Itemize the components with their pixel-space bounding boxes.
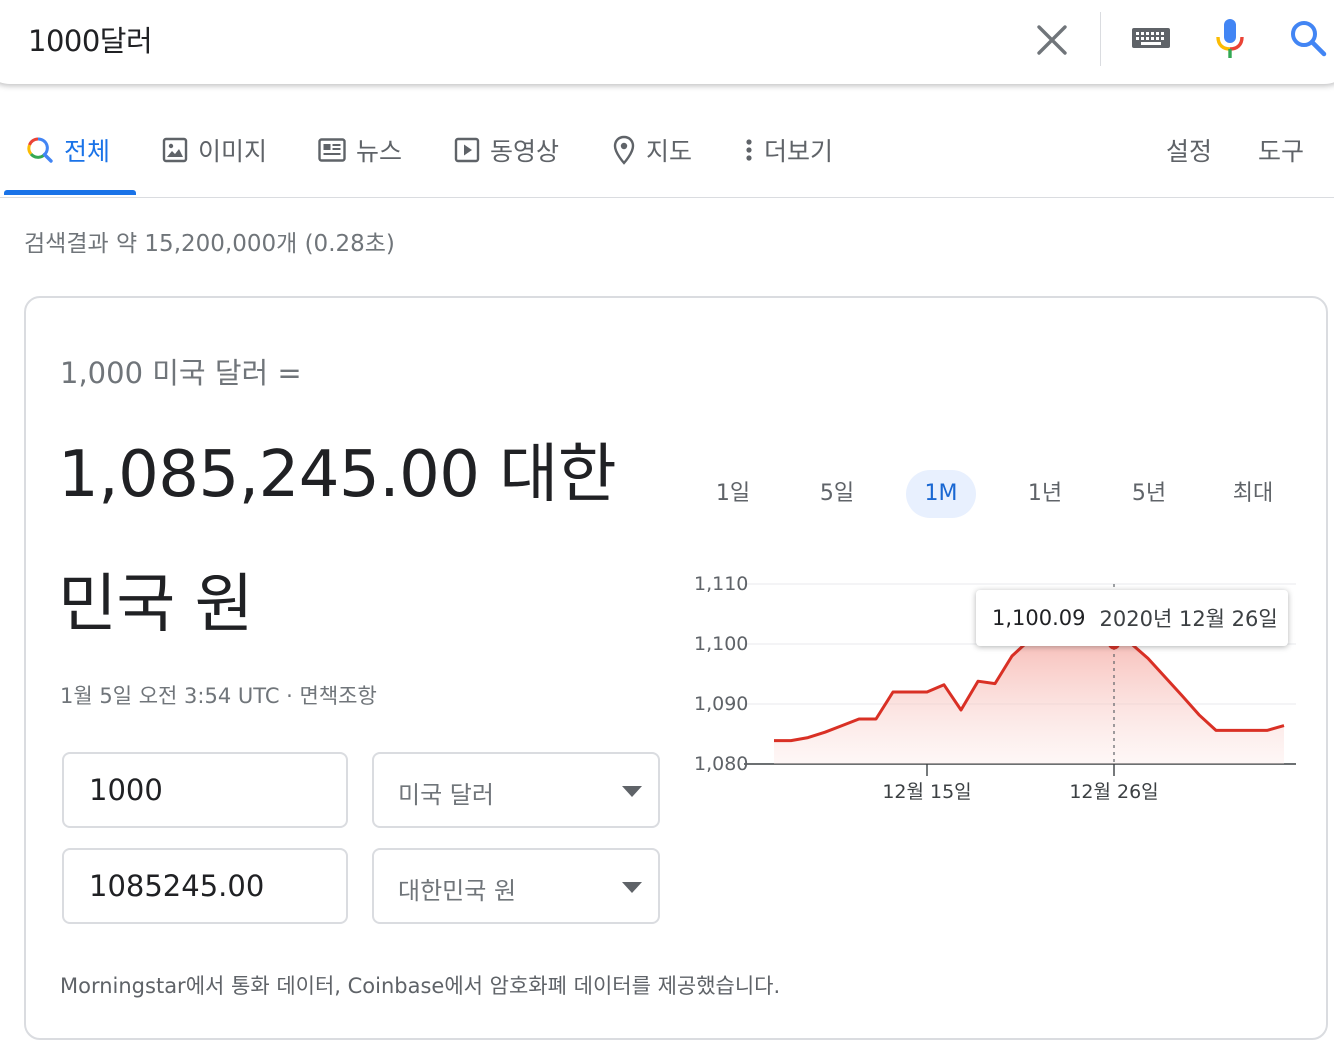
chart-tooltip: 1,100.09 2020년 12월 26일 (976, 590, 1288, 646)
clear-button[interactable] (1030, 18, 1074, 62)
tooltip-date: 2020년 12월 26일 (1099, 607, 1278, 631)
settings-link[interactable]: 설정 (1166, 130, 1212, 170)
currency-to-value: 대한민국 원 (398, 877, 517, 905)
tab-more[interactable]: 더보기 (744, 130, 833, 170)
search-button[interactable] (1286, 16, 1330, 60)
range-tab-5y[interactable]: 5년 (1114, 470, 1184, 518)
search-icon (1291, 21, 1327, 57)
x-tick-label: 12월 15일 (882, 781, 971, 803)
y-tick-label: 1,110 (694, 573, 748, 595)
amount-to-field[interactable] (62, 848, 348, 924)
tab-videos-label: 동영상 (490, 137, 560, 166)
amount-to-input[interactable] (64, 850, 346, 922)
news-icon (318, 138, 346, 162)
timestamp-separator: · (279, 684, 300, 708)
range-tab-1y[interactable]: 1년 (1010, 470, 1080, 518)
currency-from-value: 미국 달러 (398, 781, 494, 809)
amount-from-input[interactable] (64, 754, 346, 826)
image-icon (162, 137, 188, 163)
location-pin-icon (613, 135, 635, 165)
play-icon (454, 137, 480, 163)
y-tick-label: 1,100 (694, 633, 748, 655)
search-divider (1100, 12, 1101, 66)
tab-images[interactable]: 이미지 (162, 130, 267, 170)
currency-to-select[interactable]: 대한민국 원 (372, 848, 660, 924)
range-tab-1m[interactable]: 1M (906, 470, 976, 518)
currency-converter-card: 1,000 미국 달러 = 1,085,245.00 대한 민국 원 1월 5일… (24, 296, 1328, 1040)
tab-more-label: 더보기 (764, 137, 834, 166)
currency-from-select[interactable]: 미국 달러 (372, 752, 660, 828)
series-area (774, 632, 1284, 764)
tab-all[interactable]: 전체 (26, 130, 110, 170)
search-input[interactable]: 1000달러 (28, 18, 153, 60)
search-tabs: 전체 이미지 뉴스 동영상 지도 더보기 설정 도구 (0, 110, 1334, 198)
tab-images-label: 이미지 (198, 137, 268, 166)
google-search-icon (27, 137, 53, 163)
more-vert-icon (746, 139, 752, 161)
range-tab-1d[interactable]: 1일 (698, 470, 768, 518)
tooltip-value: 1,100.09 (992, 606, 1086, 630)
y-tick-label: 1,080 (694, 753, 748, 775)
amount-from-field[interactable] (62, 752, 348, 828)
close-icon (1037, 25, 1067, 55)
dropdown-arrow-icon (622, 882, 642, 893)
keyboard-icon (1132, 28, 1170, 48)
timestamp-text: 1월 5일 오전 3:54 UTC (60, 684, 280, 708)
conversion-result-line1: 1,085,245.00 대한 (58, 438, 617, 512)
conversion-result-line2: 민국 원 (58, 568, 253, 642)
y-tick-label: 1,090 (694, 693, 748, 715)
tab-maps-label: 지도 (646, 137, 693, 166)
microphone-icon (1216, 19, 1244, 58)
disclaimer-link[interactable]: 면책조항 (300, 684, 377, 708)
voice-search-button[interactable] (1210, 16, 1250, 62)
tools-label: 도구 (1258, 137, 1305, 166)
active-tab-indicator (4, 190, 136, 195)
result-stats: 검색결과 약 15,200,000개 (0.28초) (24, 231, 395, 257)
tab-news[interactable]: 뉴스 (318, 130, 402, 170)
rate-timestamp: 1월 5일 오전 3:54 UTC · 면책조항 (60, 680, 377, 710)
tab-videos[interactable]: 동영상 (454, 130, 559, 170)
search-bar[interactable]: 1000달러 (0, 0, 1334, 84)
data-source-note: Morningstar에서 통화 데이터, Coinbase에서 암호화폐 데이… (60, 974, 781, 998)
dropdown-arrow-icon (622, 786, 642, 797)
settings-label: 설정 (1166, 137, 1213, 166)
keyboard-button[interactable] (1128, 24, 1174, 54)
conversion-result: 1,085,245.00 대한 민국 원 (58, 410, 638, 670)
tab-maps[interactable]: 지도 (612, 130, 692, 170)
tools-link[interactable]: 도구 (1258, 130, 1304, 170)
x-tick-label: 12월 26일 (1069, 781, 1158, 803)
range-tab-5d[interactable]: 5일 (802, 470, 872, 518)
tab-news-label: 뉴스 (356, 137, 403, 166)
range-tab-max[interactable]: 최대 (1218, 470, 1288, 518)
tab-all-label: 전체 (64, 137, 111, 166)
conversion-from-label: 1,000 미국 달러 = (60, 356, 302, 390)
